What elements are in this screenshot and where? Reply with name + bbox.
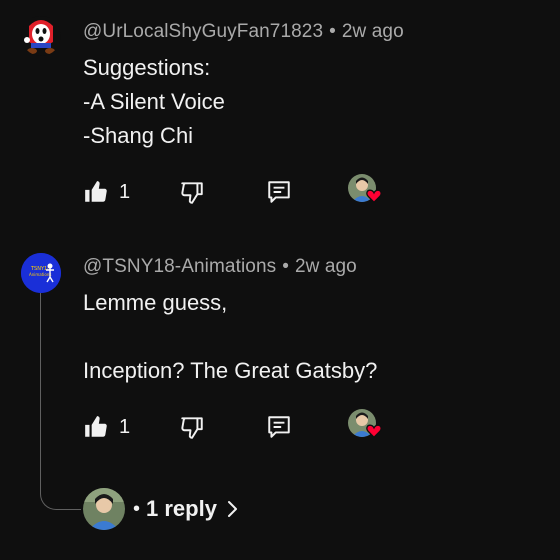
creator-heart[interactable] xyxy=(348,409,382,439)
meta-separator: • xyxy=(282,256,289,277)
creator-heart-icon xyxy=(366,424,382,438)
comment-actions: 1 xyxy=(83,174,403,208)
chevron-right-icon xyxy=(227,501,237,517)
dislike-button[interactable] xyxy=(179,411,205,443)
like-icon xyxy=(85,416,107,437)
like-button[interactable]: 1 xyxy=(83,176,130,208)
comment-actions: 1 xyxy=(83,409,403,443)
dislike-button[interactable] xyxy=(179,176,205,208)
comment-text: Suggestions: -A Silent Voice -Shang Chi xyxy=(83,55,225,148)
like-icon xyxy=(85,181,107,202)
comment-time[interactable]: 2w ago xyxy=(295,256,357,277)
avatar-shyguy[interactable] xyxy=(21,16,61,56)
svg-text:Animations: Animations xyxy=(29,272,51,277)
reply-button[interactable] xyxy=(266,176,292,208)
reply-button[interactable] xyxy=(266,411,292,443)
comment-author[interactable]: @TSNY18-Animations xyxy=(83,256,276,277)
comment-text: Lemme guess, Inception? The Great Gatsby… xyxy=(83,290,378,383)
like-count: 1 xyxy=(119,180,131,203)
reply-icon xyxy=(268,416,290,438)
replies-bullet: • xyxy=(133,497,141,520)
meta-separator: • xyxy=(329,21,336,42)
avatar-tsny18[interactable]: TSNY18 Animations xyxy=(21,253,61,293)
thread-line xyxy=(40,293,81,510)
like-count: 1 xyxy=(119,415,131,438)
replies-label: 1 reply xyxy=(146,496,217,521)
comment-author[interactable]: @UrLocalShyGuyFan71823 xyxy=(83,21,323,42)
like-button[interactable]: 1 xyxy=(83,411,130,443)
dislike-icon xyxy=(181,182,203,204)
comment-time[interactable]: 2w ago xyxy=(342,21,404,42)
creator-heart[interactable] xyxy=(348,174,382,204)
comment-meta: @UrLocalShyGuyFan71823 • 2w ago xyxy=(83,21,404,43)
comment-meta: @TSNY18-Animations • 2w ago xyxy=(83,256,357,278)
reply-avatar xyxy=(83,488,125,530)
replies-toggle[interactable]: • 1 reply xyxy=(83,488,239,530)
creator-heart-icon xyxy=(366,189,382,203)
reply-icon xyxy=(268,181,290,203)
dislike-icon xyxy=(181,417,203,439)
